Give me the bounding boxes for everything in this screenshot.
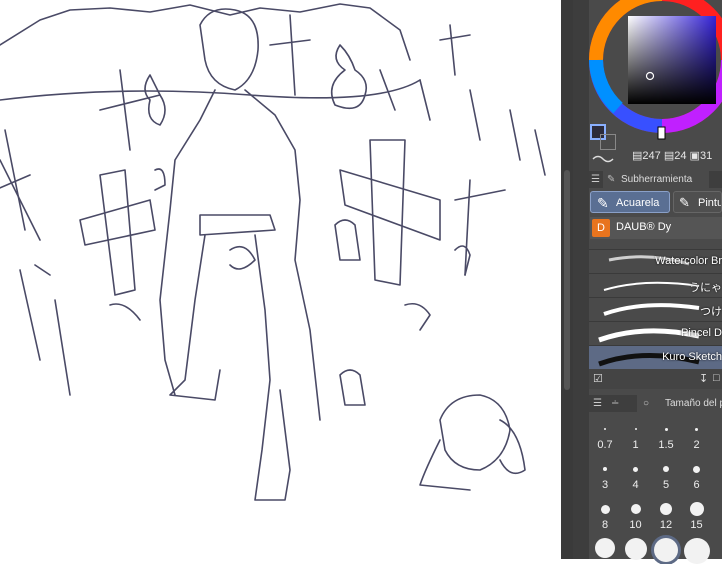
s-value: 24 <box>674 150 687 162</box>
brush-size-option[interactable]: 0.7 <box>590 415 620 455</box>
hue-handle <box>657 126 666 140</box>
brush-size-option[interactable]: 2 <box>682 415 712 455</box>
brush-size-option[interactable]: 8 <box>590 495 620 535</box>
brush-size-option[interactable]: 1 <box>621 415 651 455</box>
brush-item[interactable]: Pincel D <box>589 321 722 345</box>
brush-size-label: 8 <box>601 519 609 531</box>
tool-acuarela[interactable]: ✎ Acuarela <box>590 191 670 213</box>
sketch-artwork <box>0 3 546 501</box>
brush-size-dot <box>630 504 641 514</box>
brush-size-label: 1.5 <box>658 439 674 451</box>
brush-size-label: 4 <box>632 479 639 491</box>
brush-size-label: 3 <box>601 479 609 491</box>
panel-gutter <box>573 0 589 559</box>
brush-size-label: 0.7 <box>597 439 613 451</box>
subtool-tabbar: ☰ ✎ Subherramienta <box>589 171 722 188</box>
brush-size-dot <box>633 466 638 472</box>
hsv-readout: ▤247 ▤24 ▣31 <box>632 149 712 162</box>
brush-size-label: 10 <box>629 519 642 531</box>
tab-brush-size-label: Tamaño del p <box>665 398 722 409</box>
subtool-footer: ☑ ↧ □ <box>589 369 722 389</box>
brush-item[interactable]: つけ <box>589 297 722 321</box>
brushsize-tabbar: ☰ ∸ ○ Tamaño del p <box>589 395 722 412</box>
scrollbar-thumb[interactable] <box>564 170 570 390</box>
tab-subtool-label: Subherramienta <box>621 174 693 185</box>
tool-pintura-label: Pintu <box>698 197 722 209</box>
brush-size-option[interactable] <box>624 538 647 560</box>
s-icon: ▤ <box>663 150 675 162</box>
daub-logo-icon: D <box>592 219 610 237</box>
brush-size-label: 2 <box>693 439 700 451</box>
brush-size-dot <box>693 465 700 473</box>
brush-size-option[interactable]: 10 <box>621 495 651 535</box>
brush-group-label: DAUB® Dy <box>616 221 672 233</box>
brush-size-dot <box>663 466 669 472</box>
tab-menu-icon[interactable]: ☰ <box>593 395 602 412</box>
brush-size-option[interactable]: 4 <box>621 455 651 495</box>
transparent-color-icon[interactable] <box>592 150 614 163</box>
brush-size-option[interactable]: 12 <box>651 495 681 535</box>
tool-property-tab-icon[interactable]: ∸ <box>611 395 619 412</box>
brush-size-option[interactable] <box>654 538 678 562</box>
brush-size-label: 15 <box>690 519 703 531</box>
tab-menu-icon[interactable]: ☰ <box>591 171 600 188</box>
brush-size-dot <box>600 504 610 514</box>
watercolor-icon: ✎ <box>597 195 609 211</box>
brush-size-option[interactable]: 5 <box>651 455 681 495</box>
brush-size-dot <box>664 427 668 431</box>
brush-item[interactable]: Watercolor Br <box>589 249 722 273</box>
brush-size-label: 12 <box>659 519 673 531</box>
v-icon: ▣ <box>689 150 700 162</box>
tab-subtool[interactable]: ✎ Subherramienta <box>603 171 709 188</box>
brush-size-icon: ○ <box>643 398 650 409</box>
subtool-settings-icon[interactable]: ☑ <box>593 372 603 385</box>
tool-acuarela-label: Acuarela <box>616 197 660 209</box>
drawing-canvas[interactable] <box>0 0 561 559</box>
brush-size-option[interactable]: 15 <box>682 495 712 535</box>
brush-size-label: 1 <box>632 439 639 451</box>
copy-icon[interactable]: □ <box>713 372 720 384</box>
import-icon[interactable]: ↧ <box>699 372 708 385</box>
brush-size-option[interactable]: 6 <box>682 455 712 495</box>
color-wheel[interactable] <box>588 0 722 148</box>
brush-size-option[interactable]: 3 <box>590 455 620 495</box>
brush-icon: ✎ <box>607 174 616 185</box>
tab-brush-size[interactable]: ○ Tamaño del p <box>637 395 722 412</box>
h-value: 247 <box>642 150 661 162</box>
canvas-scrollbar[interactable] <box>561 0 573 559</box>
brush-item[interactable]: Kuro Sketch <box>589 345 722 369</box>
brush-group-daub[interactable]: D DAUB® Dy <box>590 217 722 239</box>
h-icon: ▤ <box>632 150 643 162</box>
brush-size-option[interactable] <box>683 538 710 564</box>
brush-size-dot <box>660 503 672 515</box>
brush-size-option[interactable]: 1.5 <box>651 415 681 455</box>
brush-size-label: 5 <box>662 479 670 491</box>
v-value: 31 <box>699 150 713 162</box>
brush-size-option[interactable] <box>595 538 615 558</box>
paint-icon: ✎ <box>679 195 690 210</box>
brush-item[interactable]: うにゃ <box>589 273 722 297</box>
brush-size-dot <box>634 428 637 430</box>
brush-size-dot <box>695 427 698 431</box>
brush-size-dot <box>604 428 606 430</box>
sub-color-swatch[interactable] <box>600 134 616 150</box>
brush-size-dot <box>689 502 704 516</box>
brush-size-dot <box>603 467 607 471</box>
tool-pintura[interactable]: ✎ Pintu <box>673 191 722 213</box>
brush-size-label: 6 <box>693 479 700 491</box>
